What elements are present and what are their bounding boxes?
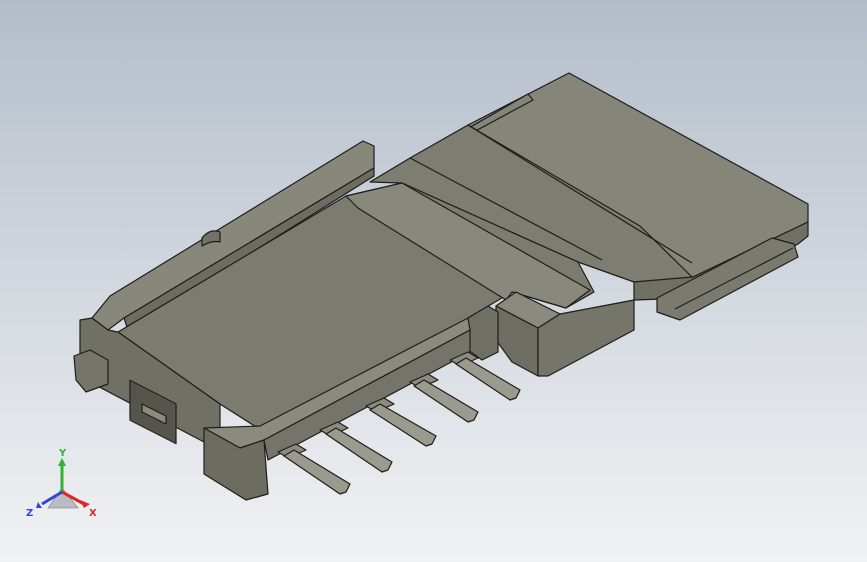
pin-3 (369, 403, 437, 447)
connector-3d-model[interactable] (0, 0, 867, 562)
x-axis-label: X (89, 508, 97, 519)
z-axis-arrow (36, 502, 42, 508)
pin-1 (283, 449, 351, 495)
pin-4 (413, 379, 479, 423)
orientation-triad: Y X Z (26, 448, 97, 519)
y-axis-label: Y (58, 448, 67, 459)
pin-5 (455, 357, 521, 401)
y-axis-arrow (58, 458, 66, 466)
3d-viewport[interactable]: Y X Z (0, 0, 867, 562)
pin-2 (325, 427, 393, 473)
z-axis-label: Z (26, 508, 33, 519)
